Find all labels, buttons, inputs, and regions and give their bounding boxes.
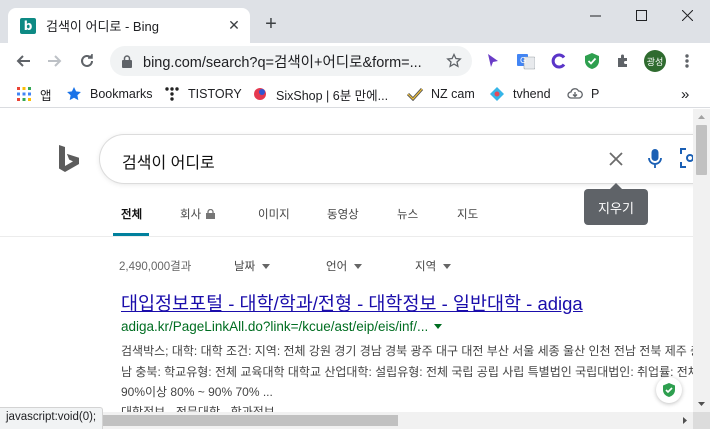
profile-avatar[interactable]: 광성 xyxy=(644,50,666,72)
active-scope-indicator xyxy=(113,233,149,236)
cloud-download-icon xyxy=(567,86,583,102)
scope-company[interactable]: 회사 xyxy=(180,206,216,222)
result-deeplinks[interactable]: 대학정보 · 전문대학 · 학과정보 xyxy=(121,403,275,412)
bookmark-tvhend[interactable]: tvhend xyxy=(489,80,551,108)
bing-results-page: 검색이 어디로 지우기 전체 회사 이미지 동영상 뉴스 지도 2,490,00… xyxy=(0,109,693,412)
scrollbar-corner xyxy=(693,412,710,429)
filter-region-label: 지역 xyxy=(415,261,437,273)
reload-icon xyxy=(81,54,93,67)
result-url[interactable]: adiga.kr/PageLinkAll.do?link=/kcue/ast/e… xyxy=(121,319,443,334)
caret-down-icon xyxy=(443,263,452,269)
bookmark-apps[interactable]: 앱 xyxy=(16,80,52,108)
back-arrow-icon xyxy=(16,55,30,67)
caret-down-icon xyxy=(262,263,271,269)
address-bar[interactable]: bing.com/search?q=검색이+어디로&form=... xyxy=(110,46,472,76)
back-button[interactable] xyxy=(13,51,33,71)
clear-search-icon[interactable] xyxy=(606,149,626,169)
new-tab-button[interactable]: + xyxy=(262,14,280,34)
search-input[interactable]: 검색이 어디로 xyxy=(122,149,215,173)
bookmark-nz-cam[interactable]: NZ cam xyxy=(407,80,475,108)
scroll-down-arrow-icon[interactable] xyxy=(693,398,710,410)
bookmarks-more-button[interactable]: » xyxy=(681,80,689,108)
bookmark-tistory[interactable]: TISTORY xyxy=(164,80,242,108)
nz-cam-icon xyxy=(407,86,423,102)
chrome-menu-icon[interactable] xyxy=(678,52,696,70)
star-bookmark-icon[interactable] xyxy=(446,53,462,69)
url-dropdown-icon[interactable] xyxy=(434,324,443,329)
vertical-scroll-thumb[interactable] xyxy=(696,125,707,175)
result-snippet: 검색박스; 대학: 대학 조건: 지역: 전체 강원 경기 경남 경북 광주 대… xyxy=(121,344,693,399)
visual-search-camera-icon[interactable] xyxy=(680,148,693,168)
url-text: bing.com/search?q=검색이+어디로&form=... xyxy=(143,54,422,71)
horizontal-scroll-thumb[interactable] xyxy=(100,415,398,426)
window-close-button[interactable] xyxy=(664,0,710,30)
scope-news[interactable]: 뉴스 xyxy=(397,206,418,222)
tvhend-icon xyxy=(489,86,505,102)
scope-images[interactable]: 이미지 xyxy=(258,206,290,222)
filter-date-label: 날짜 xyxy=(234,261,256,273)
filter-region[interactable]: 지역 xyxy=(415,258,452,274)
forward-arrow-icon xyxy=(48,55,62,67)
filter-language-label: 언어 xyxy=(326,261,348,273)
scroll-up-arrow-icon[interactable] xyxy=(693,111,710,123)
translate-extension-icon[interactable]: G xyxy=(517,52,535,70)
puzzle-extensions-icon[interactable] xyxy=(614,52,632,70)
horizontal-scrollbar[interactable] xyxy=(0,412,693,429)
reload-button[interactable] xyxy=(77,51,97,71)
security-shield-icon[interactable] xyxy=(656,377,682,403)
c-extension-icon[interactable] xyxy=(550,52,568,70)
star-icon xyxy=(66,86,82,102)
result-count: 2,490,000결과 xyxy=(119,261,192,273)
bookmark-label: Bookmarks xyxy=(90,87,153,101)
shield-extension-icon[interactable] xyxy=(583,52,601,70)
minimize-button[interactable] xyxy=(572,0,618,30)
bookmark-label: SixShop | 6분 만에... xyxy=(276,88,389,103)
search-box[interactable]: 검색이 어디로 xyxy=(100,135,693,183)
bookmarks-bar: 앱 Bookmarks TISTORY SixShop | 6분 만에... N… xyxy=(0,80,710,108)
scope-all[interactable]: 전체 xyxy=(121,206,142,222)
result-title-link[interactable]: 대입정보포털 - 대학/학과/전형 - 대학정보 - 일반대학 - adiga xyxy=(121,290,583,316)
svg-text:G: G xyxy=(520,56,526,65)
bookmark-label: TISTORY xyxy=(188,87,242,101)
bookmark-label: 앱 xyxy=(40,88,52,103)
scope-videos[interactable]: 동영상 xyxy=(327,206,359,222)
scroll-right-arrow-icon[interactable] xyxy=(679,412,691,429)
lock-icon xyxy=(122,54,132,68)
forward-button[interactable] xyxy=(45,51,65,71)
bing-favicon-icon: b xyxy=(20,17,36,34)
filter-language[interactable]: 언어 xyxy=(326,258,363,274)
scope-maps[interactable]: 지도 xyxy=(457,206,478,222)
search-scopes: 전체 회사 이미지 동영상 뉴스 지도 xyxy=(0,197,693,237)
status-bar: javascript:void(0); xyxy=(0,407,104,429)
microphone-icon[interactable] xyxy=(646,147,664,171)
sixshop-icon xyxy=(252,86,268,102)
bookmark-p[interactable]: P xyxy=(567,80,599,108)
bookmark-label: NZ cam xyxy=(431,87,475,101)
cursor-extension-icon[interactable] xyxy=(484,52,502,70)
caret-down-icon xyxy=(354,263,363,269)
bookmark-bookmarks[interactable]: Bookmarks xyxy=(66,80,153,108)
bookmark-label: P xyxy=(591,87,600,101)
apps-grid-icon xyxy=(16,86,32,102)
maximize-button[interactable] xyxy=(618,0,664,30)
filter-date[interactable]: 날짜 xyxy=(234,258,271,274)
bing-logo-icon[interactable] xyxy=(58,145,80,175)
tab-close-icon[interactable]: ✕ xyxy=(226,17,242,34)
scope-company-label: 회사 xyxy=(180,209,202,221)
result-url-text: adiga.kr/PageLinkAll.do?link=/kcue/ast/e… xyxy=(121,319,429,334)
bookmark-sixshop[interactable]: SixShop | 6분 만에... xyxy=(252,80,388,108)
lock-icon xyxy=(206,209,216,219)
tab-title: 검색이 어디로 - Bing xyxy=(46,19,159,34)
vertical-scrollbar[interactable] xyxy=(693,109,710,412)
browser-toolbar: bing.com/search?q=검색이+어디로&form=... G 광성 xyxy=(0,43,710,80)
browser-tab[interactable]: b 검색이 어디로 - Bing ✕ xyxy=(8,8,250,43)
tistory-dots-icon xyxy=(164,86,180,102)
bookmark-label: tvhend xyxy=(513,87,551,101)
tab-strip: b 검색이 어디로 - Bing ✕ + xyxy=(0,0,710,43)
